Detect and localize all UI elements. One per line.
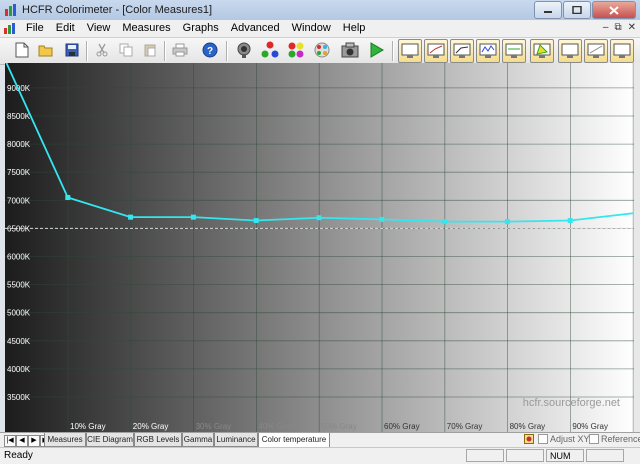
reference-label: Reference <box>601 434 640 444</box>
data-point <box>65 194 71 200</box>
x-axis-labels: 10% Gray 20% Gray 30% Gray 40% Gray 50% Gray… <box>70 422 608 431</box>
display-graph-1-icon[interactable] <box>398 39 422 63</box>
title-bar: HCFR Colorimeter - [Color Measures1] <box>0 0 640 21</box>
copy-icon[interactable] <box>116 40 136 60</box>
menu-view[interactable]: View <box>87 22 111 34</box>
y-tick-label: 7000K <box>7 196 31 205</box>
data-point <box>442 219 448 225</box>
rgb-measure-icon[interactable] <box>260 40 280 60</box>
y-tick-label: 3500K <box>7 393 31 402</box>
tab-bar: |◀ ◀ ▶ ▶| Measures CIE Diagram RGB Level… <box>0 432 640 448</box>
new-document-icon[interactable] <box>12 40 32 60</box>
menu-graphs[interactable]: Graphs <box>183 22 219 34</box>
tab-prev-icon[interactable]: ◀ <box>16 435 28 447</box>
save-icon[interactable] <box>62 40 82 60</box>
y-tick-label: 4000K <box>7 365 31 374</box>
y-tick-label: 5000K <box>7 309 31 318</box>
menu-file[interactable]: File <box>26 22 44 34</box>
chart-canvas: 3500K4000K4500K5000K5500K6000K6500K7000K… <box>4 59 634 432</box>
data-point <box>504 219 510 225</box>
tab-next-icon[interactable]: ▶ <box>28 435 40 447</box>
menu-help[interactable]: Help <box>343 22 366 34</box>
display-graph-2-icon[interactable] <box>424 39 448 63</box>
display-graph-4-icon[interactable] <box>476 39 500 63</box>
print-icon[interactable] <box>170 40 190 60</box>
data-point <box>316 215 322 221</box>
play-icon[interactable] <box>366 40 386 60</box>
display-graph-3-icon[interactable] <box>450 39 474 63</box>
x-tick-label: 90% Gray <box>572 422 608 431</box>
status-text: Ready <box>4 450 33 461</box>
adjust-xyz-checkbox[interactable]: Adjust XYZ <box>538 434 595 444</box>
menu-edit[interactable]: Edit <box>56 22 75 34</box>
minimize-button[interactable] <box>534 1 562 19</box>
status-panel-1 <box>466 449 504 462</box>
x-tick-label: 70% Gray <box>447 422 483 431</box>
color-measure-icon[interactable] <box>286 40 306 60</box>
y-tick-label: 6000K <box>7 253 31 262</box>
x-tick-label: 50% Gray <box>321 422 357 431</box>
data-point <box>190 214 196 220</box>
cie-display-icon[interactable] <box>530 39 554 63</box>
paste-icon[interactable] <box>140 40 160 60</box>
y-tick-label: 5500K <box>7 281 31 290</box>
y-tick-label: 8500K <box>7 112 31 121</box>
open-folder-icon[interactable] <box>36 40 56 60</box>
x-tick-label: 80% Gray <box>510 422 546 431</box>
data-point <box>128 214 134 220</box>
cut-icon[interactable] <box>92 40 112 60</box>
maximize-button[interactable] <box>563 1 591 19</box>
palette-icon[interactable] <box>312 40 332 60</box>
x-tick-label: 40% Gray <box>258 422 294 431</box>
mdi-close-icon[interactable]: ✕ <box>628 22 636 33</box>
mdi-restore-icon[interactable]: ⧉ <box>614 22 621 33</box>
sensor-icon[interactable] <box>234 40 254 60</box>
menu-bar: File Edit View Measures Graphs Advanced … <box>0 20 640 38</box>
status-panel-2 <box>506 449 544 462</box>
tab-gamma[interactable]: Gamma <box>182 433 214 447</box>
tab-rgb-levels[interactable]: RGB Levels <box>134 433 182 447</box>
camera-icon[interactable] <box>340 40 360 60</box>
display-graph-8-icon[interactable] <box>610 39 634 63</box>
document-window-icon[interactable] <box>3 22 16 35</box>
y-tick-label: 7500K <box>7 168 31 177</box>
reference-checkbox[interactable]: Reference <box>589 434 640 444</box>
y-tick-label: 4500K <box>7 337 31 346</box>
tab-color-temperature[interactable]: Color temperature <box>258 433 330 448</box>
menu-window[interactable]: Window <box>292 22 331 34</box>
toolbar: ? <box>0 38 640 65</box>
x-tick-label: 20% Gray <box>133 422 169 431</box>
tab-cie-diagram[interactable]: CIE Diagram <box>86 433 134 447</box>
data-point <box>379 216 385 222</box>
close-button[interactable] <box>592 1 636 19</box>
tab-first-icon[interactable]: |◀ <box>4 435 16 447</box>
app-icon <box>5 4 16 16</box>
data-point <box>253 218 259 224</box>
svg-text:?: ? <box>207 46 213 57</box>
status-bar: Ready NUM <box>0 447 640 464</box>
x-tick-label: 60% Gray <box>384 422 420 431</box>
y-tick-label: 8000K <box>7 140 31 149</box>
tab-measures[interactable]: Measures <box>44 433 86 447</box>
display-graph-5-icon[interactable] <box>502 39 526 63</box>
data-point <box>567 218 573 224</box>
mdi-minimize-icon[interactable]: – <box>603 22 609 33</box>
colorimeter-icon[interactable] <box>524 434 534 444</box>
display-graph-7-icon[interactable] <box>584 39 608 63</box>
menu-measures[interactable]: Measures <box>122 22 170 34</box>
color-temperature-chart: 3500K 4000K 4500K 5000K 5500K 6000K 6500K 7000K… <box>4 59 634 432</box>
x-tick-label: 10% Gray <box>70 422 106 431</box>
tab-luminance[interactable]: Luminance <box>214 433 258 447</box>
watermark: hcfr.sourceforge.net <box>523 397 620 409</box>
menu-advanced[interactable]: Advanced <box>231 22 280 34</box>
display-graph-6-icon[interactable] <box>558 39 582 63</box>
status-panel-num: NUM <box>546 449 584 462</box>
help-icon[interactable]: ? <box>200 40 220 60</box>
x-tick-label: 30% Gray <box>196 422 232 431</box>
window-title: HCFR Colorimeter - [Color Measures1] <box>22 4 213 16</box>
status-panel-4 <box>586 449 624 462</box>
vertical-scrollbar[interactable] <box>634 63 640 432</box>
